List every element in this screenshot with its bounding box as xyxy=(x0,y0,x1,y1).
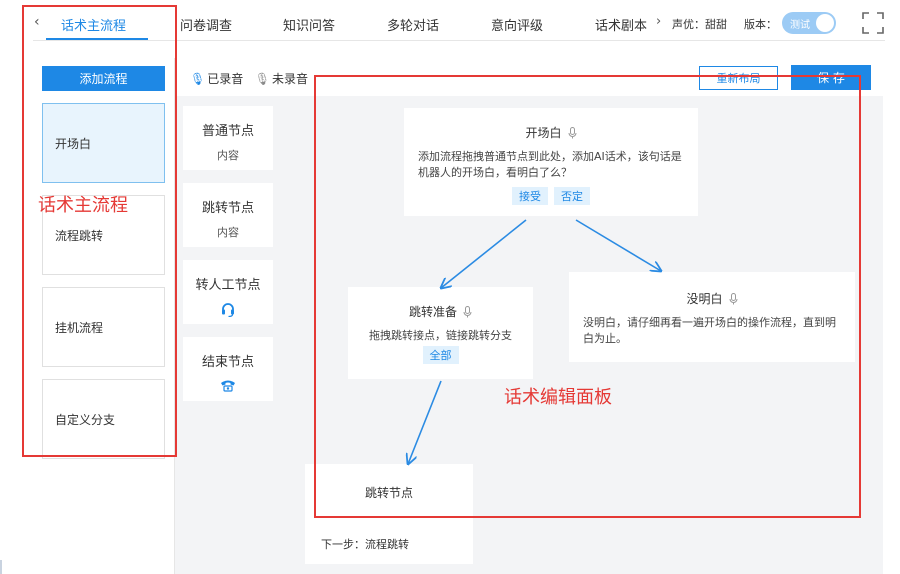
headset-icon xyxy=(222,303,234,317)
telephone-icon xyxy=(221,380,235,392)
microphone-outline-icon: 🎙︎ xyxy=(254,72,270,86)
node-title: 转人工节点 xyxy=(195,278,261,293)
voice-actor-label: 声优：甜甜 xyxy=(672,18,727,31)
palette-jump-node[interactable]: 跳转节点 内容 xyxy=(183,183,273,247)
annotation-label-main-flow: 话术主流程 xyxy=(38,195,128,216)
palette-transfer-human-node[interactable]: 转人工节点 xyxy=(183,260,273,324)
recorded-label: 已录音 xyxy=(207,72,244,86)
toggle-label: 测试 xyxy=(790,20,810,31)
tab-knowledge-qa[interactable]: 知识问答 xyxy=(283,15,335,34)
fullscreen-icon[interactable] xyxy=(862,12,884,34)
node-title: 普通节点 xyxy=(201,124,254,139)
node-title: 跳转节点 xyxy=(201,201,254,216)
scrollbar-edge xyxy=(0,560,2,574)
microphone-icon: 🎙︎ xyxy=(190,72,206,86)
next-step-label: 下一步：流程跳转 xyxy=(321,538,409,551)
node-subtitle: 内容 xyxy=(217,226,239,239)
annotation-box-main-flow xyxy=(22,5,177,457)
palette-normal-node[interactable]: 普通节点 内容 xyxy=(183,106,273,170)
tab-script[interactable]: 话术剧本 xyxy=(595,15,647,34)
version-toggle[interactable]: 测试 xyxy=(782,12,836,34)
tab-intent-rating[interactable]: 意向评级 xyxy=(491,15,543,34)
version-label: 版本： xyxy=(744,18,777,31)
palette-end-node[interactable]: 结束节点 xyxy=(183,337,273,401)
annotation-label-editor: 话术编辑面板 xyxy=(504,387,612,408)
unrecorded-label: 未录音 xyxy=(271,72,308,86)
node-subtitle: 内容 xyxy=(217,149,239,162)
chevron-right-icon[interactable]: › xyxy=(656,14,661,29)
tab-questionnaire[interactable]: 问卷调查 xyxy=(180,15,232,34)
node-title: 结束节点 xyxy=(201,355,254,370)
tab-multi-turn[interactable]: 多轮对话 xyxy=(387,15,439,34)
toggle-knob xyxy=(816,14,834,32)
recording-legend: 🎙︎ 已录音 🎙︎ 未录音 xyxy=(190,70,308,87)
annotation-box-editor xyxy=(314,75,861,518)
